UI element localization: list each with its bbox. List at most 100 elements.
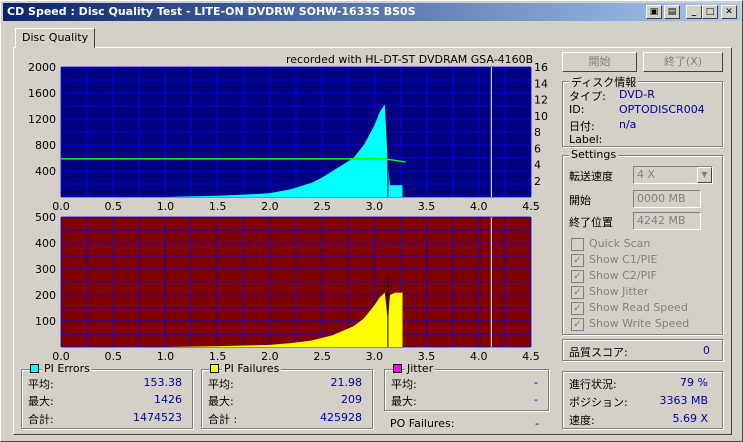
date-value: n/a — [619, 118, 637, 131]
id-label: ID: — [569, 103, 585, 116]
pi-failures-title: PI Failures — [222, 362, 282, 375]
start-button[interactable]: 開始 — [562, 52, 637, 72]
jitter-avg-label: 平均: — [391, 378, 417, 391]
quick-scan-checkbox[interactable] — [571, 238, 584, 251]
y2-tick-label: 8 — [534, 126, 541, 139]
end-pos-value: 4242 MB — [637, 214, 686, 227]
y-tick-label: 1600 — [28, 87, 56, 100]
disc-info-group: ディスク情報 タイプ: DVD-R ID: OPTODISCR004 日付: n… — [562, 74, 723, 147]
chevron-down-icon[interactable]: ▼ — [697, 167, 712, 183]
settings-group: Settings 転送速度 4 X ▼ 開始 0000 MB 終了位置 4242… — [562, 148, 723, 335]
progress-position-value: 3363 MB — [659, 394, 708, 407]
show-c1-checkbox[interactable]: ✓ — [571, 254, 584, 267]
y2-tick-label: 6 — [534, 142, 541, 155]
date-label: 日付: — [569, 120, 595, 133]
pi-failures-max-label: 最大: — [208, 395, 234, 408]
type-value: DVD-R — [619, 88, 655, 101]
pi-failures-swatch — [210, 364, 219, 373]
pi-errors-title: PI Errors — [42, 362, 92, 375]
start-pos-label: 開始 — [569, 194, 591, 207]
tab-label: Disc Quality — [22, 31, 89, 44]
y-tick-label: 200 — [35, 289, 56, 302]
pi-failures-chart: 5004003002001000.0 0.5 1.0 1.5 2.0 2.5 3.0 3.5 4… — [35, 211, 540, 363]
show-write-speed-label: Show Write Speed — [589, 317, 690, 330]
show-c1-label: Show C1/PIE — [589, 253, 658, 266]
y2-tick-label: 2 — [534, 175, 541, 188]
pi-failures-total: 425928 — [320, 411, 362, 424]
x-tick-label: 4.0 — [470, 350, 488, 363]
pi-errors-swatch — [30, 364, 39, 373]
jitter-group: Jitter 平均: - 最大: - — [384, 362, 549, 411]
exit-button[interactable]: 終了(X) — [643, 52, 723, 72]
jitter-avg: - — [534, 376, 538, 389]
pi-errors-total: 1474523 — [133, 411, 182, 424]
start-pos-value: 0000 MB — [637, 192, 686, 205]
pi-errors-avg: 153.38 — [143, 376, 183, 389]
show-jitter-label: Show Jitter — [589, 285, 649, 298]
score-value: 0 — [703, 344, 710, 357]
jitter-swatch — [393, 364, 402, 373]
info-icon[interactable]: ▤ — [664, 5, 680, 19]
y2-tick-label: 10 — [534, 110, 548, 123]
progress-status-value: 79 % — [680, 376, 708, 389]
pi-errors-total-label: 合計: — [28, 413, 54, 426]
y2-tick-label: 4 — [534, 159, 541, 172]
minimize-button[interactable]: _ — [686, 5, 702, 19]
x-tick-label: 4.5 — [522, 350, 540, 363]
show-read-speed-checkbox[interactable]: ✓ — [571, 302, 584, 315]
pi-failures-group: PI Failures 平均: 21.98 最大: 209 合計 : 42592… — [201, 362, 373, 429]
x-tick-label: 3.0 — [366, 350, 384, 363]
y2-tick-label: 16 — [534, 61, 548, 74]
progress-position-label: ポジション: — [569, 396, 628, 409]
pi-errors-max-label: 最大: — [28, 395, 54, 408]
title-bar: CD Speed : Disc Quality Test - LITE-ON D… — [3, 3, 740, 21]
window-title: CD Speed : Disc Quality Test - LITE-ON D… — [7, 5, 416, 18]
speed-label: 転送速度 — [569, 170, 613, 183]
jitter-max: - — [534, 393, 538, 406]
speed-select[interactable]: 4 X ▼ — [633, 166, 713, 184]
y-tick-label: 300 — [35, 263, 56, 276]
app-window: CD Speed : Disc Quality Test - LITE-ON D… — [0, 0, 743, 442]
pi-failures-avg: 21.98 — [330, 376, 363, 389]
progress-group: 進行状況: 79 % ポジション: 3363 MB 速度: 5.69 X — [562, 371, 723, 429]
pi-errors-chart: 2000160012008004001614121086420.0 0.5 1.0 1… — [28, 61, 548, 213]
progress-speed-value: 5.69 X — [672, 412, 708, 425]
id-value: OPTODISCR004 — [619, 103, 705, 116]
pi-failures-avg-label: 平均: — [208, 378, 234, 391]
score-group: 品質スコア: 0 — [562, 339, 723, 361]
show-c2-checkbox[interactable]: ✓ — [571, 270, 584, 283]
x-tick-label: 0.5 — [104, 350, 122, 363]
speed-select-value: 4 X — [637, 168, 656, 181]
y2-tick-label: 12 — [534, 94, 548, 107]
score-label: 品質スコア: — [569, 346, 628, 359]
tab-disc-quality[interactable]: Disc Quality — [15, 28, 95, 48]
show-read-speed-label: Show Read Speed — [589, 301, 688, 314]
start-pos-input[interactable]: 0000 MB — [633, 190, 701, 208]
y-tick-label: 400 — [35, 237, 56, 250]
close-button[interactable]: ✕ — [721, 5, 737, 19]
show-c2-label: Show C2/PIF — [589, 269, 657, 282]
end-pos-input[interactable]: 4242 MB — [633, 212, 701, 230]
settings-title: Settings — [569, 148, 619, 161]
y-tick-label: 2000 — [28, 61, 56, 74]
pi-failures-max: 209 — [341, 393, 362, 406]
end-pos-label: 終了位置 — [569, 216, 613, 229]
x-tick-label: 1.0 — [157, 350, 175, 363]
jitter-title: Jitter — [405, 362, 436, 375]
y-tick-label: 400 — [35, 165, 56, 178]
help-icon[interactable]: ▣ — [646, 5, 662, 19]
show-write-speed-checkbox[interactable]: ✓ — [571, 318, 584, 331]
pi-failures-total-label: 合計 : — [208, 413, 238, 426]
disc-label-label: Label: — [569, 133, 603, 146]
po-failures-value: - — [535, 417, 539, 430]
y-tick-label: 800 — [35, 139, 56, 152]
pi-errors-max: 1426 — [154, 393, 182, 406]
y-tick-label: 100 — [35, 315, 56, 328]
progress-status-label: 進行状況: — [569, 378, 617, 391]
po-failures-label: PO Failures: — [390, 417, 455, 430]
jitter-max-label: 最大: — [391, 395, 417, 408]
quick-scan-label: Quick Scan — [589, 237, 651, 250]
maximize-button[interactable]: □ — [702, 5, 718, 19]
y-tick-label: 1200 — [28, 113, 56, 126]
show-jitter-checkbox[interactable]: ✓ — [571, 286, 584, 299]
